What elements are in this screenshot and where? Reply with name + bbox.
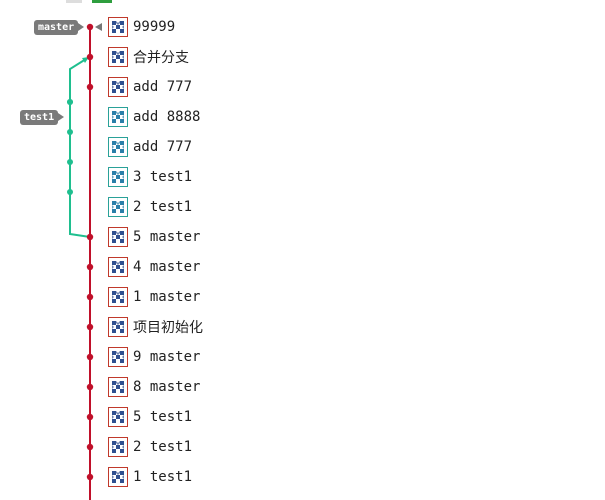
commit-row[interactable]: add 8888 bbox=[108, 105, 588, 129]
commit-row[interactable]: 99999 bbox=[108, 15, 588, 39]
commit-row[interactable]: 合并分支 bbox=[108, 45, 588, 69]
commit-row[interactable]: 4 master bbox=[108, 255, 588, 279]
commit-dot bbox=[86, 293, 94, 301]
commit-row[interactable]: 9 master bbox=[108, 345, 588, 369]
commit-row[interactable]: 1 test1 bbox=[108, 465, 588, 489]
commit-message: add 777 bbox=[133, 139, 193, 155]
commit-message: 5 test1 bbox=[133, 409, 193, 425]
identicon-icon bbox=[108, 317, 128, 337]
commit-dot bbox=[86, 53, 94, 61]
commit-dot bbox=[67, 129, 73, 135]
commit-dot bbox=[86, 353, 94, 361]
identicon-icon bbox=[108, 167, 128, 187]
identicon-icon bbox=[108, 257, 128, 277]
commit-dot bbox=[86, 323, 94, 331]
identicon-icon bbox=[108, 377, 128, 397]
commit-dot bbox=[86, 233, 94, 241]
identicon-icon bbox=[108, 347, 128, 367]
commit-message: 2 test1 bbox=[133, 199, 193, 215]
commit-dot bbox=[67, 189, 73, 195]
commit-message: 合并分支 bbox=[133, 50, 189, 66]
commit-row[interactable]: add 777 bbox=[108, 75, 588, 99]
commit-message: 5 master bbox=[133, 229, 201, 245]
commit-row[interactable]: 1 master bbox=[108, 285, 588, 309]
identicon-icon bbox=[108, 407, 128, 427]
identicon-icon bbox=[108, 137, 128, 157]
commit-message: 2 test1 bbox=[133, 439, 193, 455]
identicon-icon bbox=[108, 467, 128, 487]
commit-dot bbox=[86, 413, 94, 421]
head-pointer-icon bbox=[95, 23, 102, 31]
commit-row[interactable]: 5 test1 bbox=[108, 405, 588, 429]
identicon-icon bbox=[108, 47, 128, 67]
commit-message: 8 master bbox=[133, 379, 201, 395]
commit-message: 4 master bbox=[133, 259, 201, 275]
identicon-icon bbox=[108, 437, 128, 457]
commit-dot bbox=[86, 383, 94, 391]
branch-tag-master[interactable]: master bbox=[34, 20, 85, 35]
commit-message: 1 test1 bbox=[133, 469, 193, 485]
commit-row[interactable]: 项目初始化 bbox=[108, 315, 588, 339]
commit-dot bbox=[86, 473, 94, 481]
branch-tag-label: master bbox=[38, 22, 75, 33]
identicon-icon bbox=[108, 77, 128, 97]
commit-dot bbox=[67, 159, 73, 165]
commit-message: 99999 bbox=[133, 19, 176, 35]
commit-message: 9 master bbox=[133, 349, 201, 365]
commit-message: add 8888 bbox=[133, 109, 201, 125]
commit-row[interactable]: 2 test1 bbox=[108, 195, 588, 219]
branch-tag-test1[interactable]: test1 bbox=[20, 110, 65, 125]
commit-row[interactable]: 2 test1 bbox=[108, 435, 588, 459]
commit-dot bbox=[86, 263, 94, 271]
commit-row[interactable]: 5 master bbox=[108, 225, 588, 249]
test1-branch-line bbox=[69, 58, 91, 238]
commit-row[interactable]: 3 test1 bbox=[108, 165, 588, 189]
commit-dot bbox=[86, 443, 94, 451]
branch-tag-label: test1 bbox=[24, 112, 55, 123]
commit-message: add 777 bbox=[133, 79, 193, 95]
commit-dot bbox=[86, 83, 94, 91]
commit-message: 项目初始化 bbox=[133, 320, 203, 336]
commit-message: 1 master bbox=[133, 289, 201, 305]
commit-dot bbox=[86, 23, 94, 31]
identicon-icon bbox=[108, 17, 128, 37]
commit-message: 3 test1 bbox=[133, 169, 193, 185]
commit-dot bbox=[67, 99, 73, 105]
commit-row[interactable]: add 777 bbox=[108, 135, 588, 159]
identicon-icon bbox=[108, 107, 128, 127]
identicon-icon bbox=[108, 287, 128, 307]
identicon-icon bbox=[108, 227, 128, 247]
identicon-icon bbox=[108, 197, 128, 217]
commit-row[interactable]: 8 master bbox=[108, 375, 588, 399]
